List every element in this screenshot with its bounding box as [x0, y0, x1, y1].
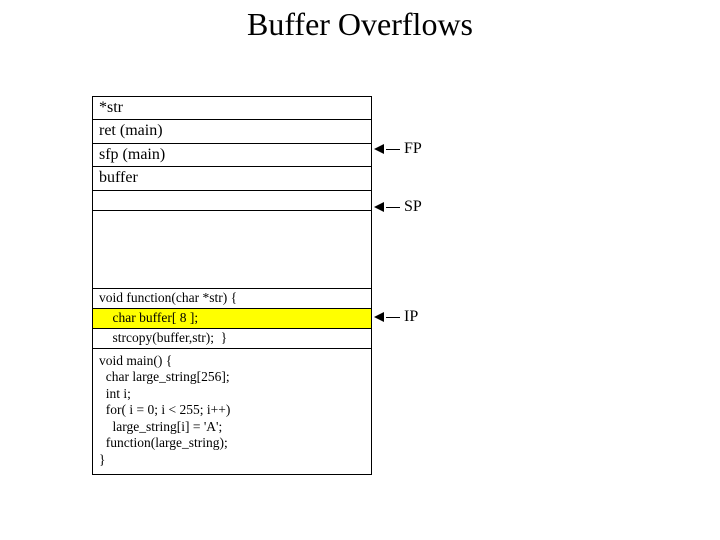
arrow-left-icon	[374, 202, 384, 212]
stack-cell-buffer: buffer	[93, 167, 371, 190]
stack-cell-empty	[93, 191, 371, 211]
pointer-ip: IP	[374, 308, 418, 326]
stack-diagram: *str ret (main) sfp (main) buffer void f…	[92, 96, 372, 475]
code-buf-decl-highlight: char buffer[ 8 ];	[93, 309, 371, 329]
stack-cell-ret: ret (main)	[93, 120, 371, 143]
code-strcpy: strcopy(buffer,str); }	[93, 329, 371, 349]
stack-cell-arg: *str	[93, 97, 371, 120]
pointer-sp: SP	[374, 198, 422, 216]
arrow-shaft	[386, 317, 400, 318]
stack-cell-sfp: sfp (main)	[93, 144, 371, 167]
page-title: Buffer Overflows	[0, 6, 720, 43]
code-main-block: void main() { char large_string[256]; in…	[93, 349, 371, 474]
arrow-shaft	[386, 149, 400, 150]
code-fn-decl: void function(char *str) {	[93, 289, 371, 309]
pointer-fp-label: FP	[404, 140, 422, 158]
arrow-left-icon	[374, 144, 384, 154]
arrow-shaft	[386, 207, 400, 208]
pointer-fp: FP	[374, 140, 422, 158]
arrow-left-icon	[374, 312, 384, 322]
stack-gap	[93, 211, 371, 289]
pointer-ip-label: IP	[404, 308, 418, 326]
pointer-sp-label: SP	[404, 198, 422, 216]
